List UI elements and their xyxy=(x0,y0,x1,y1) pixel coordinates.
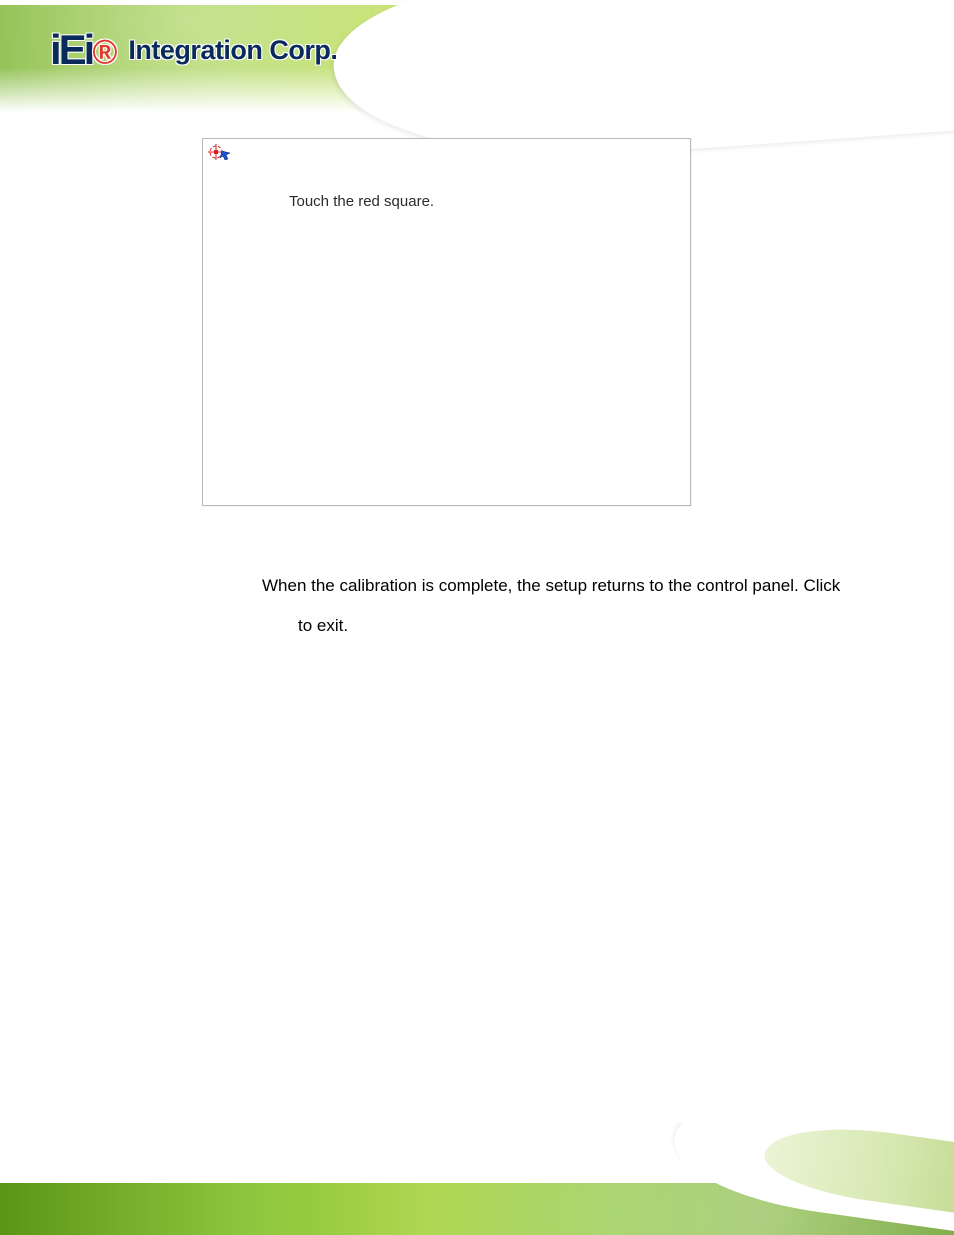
calibration-window[interactable]: Touch the red square. xyxy=(202,138,691,506)
brand-logo: iEi® Integration Corp. xyxy=(50,26,337,74)
brand-registered-icon: ® xyxy=(92,33,114,71)
brand-logo-mark-text: iEi xyxy=(50,26,92,73)
body-paragraph: When the calibration is complete, the se… xyxy=(262,566,902,646)
calibration-instruction: Touch the red square. xyxy=(289,193,434,210)
calibration-target-icon[interactable] xyxy=(207,143,235,165)
body-line-1: When the calibration is complete, the se… xyxy=(262,576,840,595)
body-line-2: to exit. xyxy=(262,606,348,646)
brand-logo-text: Integration Corp. xyxy=(128,35,337,66)
brand-logo-mark: iEi® xyxy=(50,26,114,74)
page-footer-band xyxy=(0,1123,954,1235)
